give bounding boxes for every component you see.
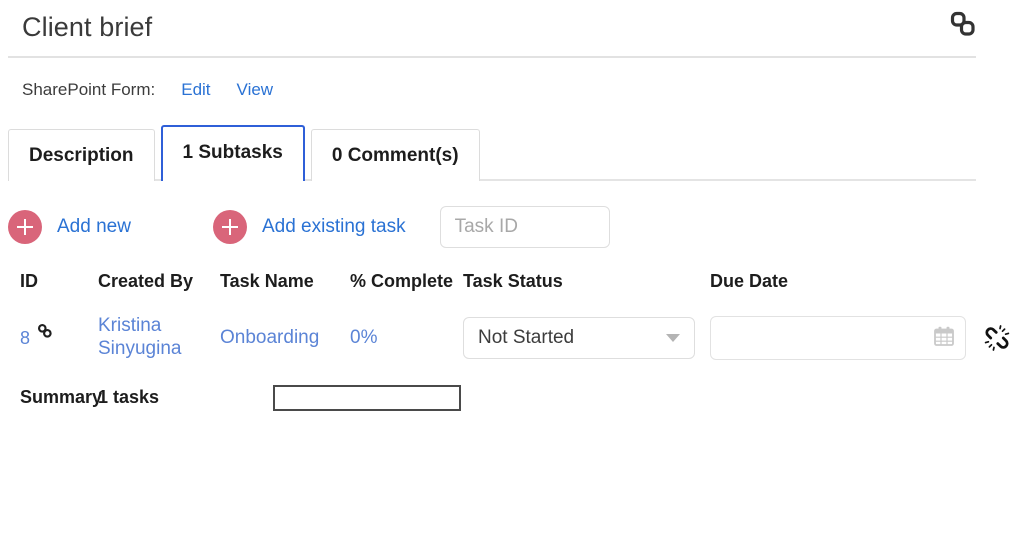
unlink-icon[interactable]	[980, 321, 1014, 355]
summary-task-count: 1 tasks	[98, 387, 160, 408]
tab-subtasks[interactable]: 1 Subtasks	[160, 125, 305, 181]
subtasks-table: ID Created By Task Name % Complete Task …	[0, 269, 1024, 361]
column-header-due-date: Due Date	[710, 271, 789, 291]
cell-task-name: Onboarding	[220, 327, 350, 350]
summary-total-box[interactable]	[273, 384, 461, 411]
tab-bar: Description 1 Subtasks 0 Comment(s)	[8, 125, 976, 181]
chain-link-icon[interactable]	[36, 322, 54, 345]
sharepoint-edit-link[interactable]: Edit	[181, 80, 210, 100]
column-header-percent-complete: % Complete	[350, 271, 454, 291]
page-header: Client brief	[0, 0, 1024, 58]
cell-created-by: Kristina Sinyugina	[98, 315, 220, 361]
cell-actions	[980, 321, 1024, 355]
task-status-value: Not Started	[478, 327, 575, 349]
subtasks-toolbar: Add new Add existing task	[0, 181, 1024, 251]
tab-comments[interactable]: 0 Comment(s)	[310, 129, 480, 181]
chevron-down-icon	[666, 334, 680, 343]
column-header-id: ID	[20, 271, 38, 291]
add-new-button[interactable]: Add new	[8, 210, 131, 244]
created-by-link[interactable]: Kristina Sinyugina	[98, 315, 181, 359]
cell-id: 8	[20, 323, 98, 349]
task-id-input[interactable]	[439, 206, 610, 248]
task-name-link[interactable]: Onboarding	[220, 327, 319, 348]
cell-task-status: Not Started	[463, 317, 710, 360]
sharepoint-view-link[interactable]: View	[237, 80, 274, 100]
plus-icon	[8, 210, 42, 244]
column-header-created-by: Created By	[98, 271, 194, 291]
add-existing-task-label: Add existing task	[261, 216, 406, 237]
column-header-task-name: Task Name	[220, 271, 314, 291]
sharepoint-form-label: SharePoint Form:	[22, 80, 156, 99]
title-divider	[8, 56, 976, 58]
chain-link-icon[interactable]	[946, 8, 980, 42]
summary-row: Summary 1 tasks	[0, 384, 1024, 411]
add-new-label: Add new	[57, 216, 131, 237]
due-date-input[interactable]	[710, 316, 966, 361]
table-header-row: ID Created By Task Name % Complete Task …	[0, 269, 1024, 293]
summary-label: Summary	[20, 387, 103, 408]
plus-icon	[212, 210, 247, 244]
tab-description[interactable]: Description	[8, 129, 155, 181]
percent-complete-value: 0%	[350, 326, 378, 348]
page-title: Client brief	[22, 12, 153, 42]
sharepoint-form-row: SharePoint Form: Edit View	[0, 58, 1024, 100]
table-row: 8 Kristina Sinyugina Onboarding 0% Not S…	[0, 315, 1024, 361]
column-header-task-status: Task Status	[463, 271, 563, 291]
add-existing-task-button[interactable]: Add existing task	[212, 210, 406, 244]
cell-percent-complete: 0%	[350, 327, 463, 350]
task-id-link[interactable]: 8	[20, 328, 30, 349]
calendar-icon[interactable]	[933, 325, 955, 352]
cell-due-date	[710, 316, 980, 361]
task-status-select[interactable]: Not Started	[463, 317, 695, 360]
